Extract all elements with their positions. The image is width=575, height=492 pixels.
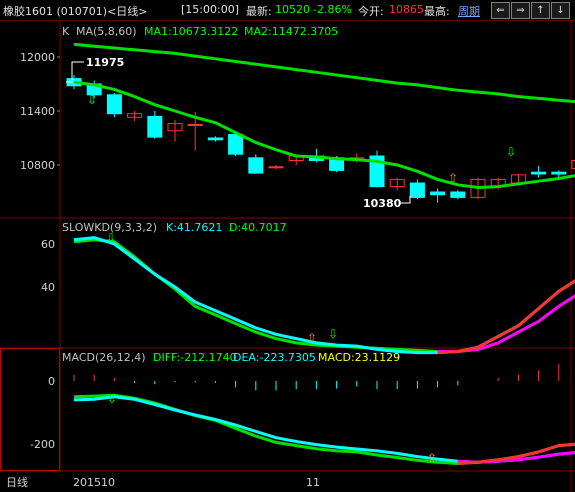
title-bar: 橡胶1601 (010701)<日线> [15:00:00] 最新: 10520…: [0, 0, 575, 21]
low-annotation: 10380: [363, 197, 402, 210]
buy-arrow-icon: ⇧: [448, 171, 458, 185]
sell-arrow-icon-2: ⇩: [506, 145, 516, 159]
macd-tick-1: 0: [48, 375, 55, 388]
macd-hist-value: MACD:23.1129: [318, 351, 400, 364]
candle-body: [531, 171, 547, 175]
candle-body: [450, 191, 466, 198]
kd-tick-1: 60: [41, 238, 55, 251]
macd-buy-arrow-icon: ⇧: [427, 451, 437, 465]
next-icon[interactable]: ⇒: [511, 2, 530, 19]
last-label: 最新:: [246, 5, 272, 18]
ma2-series: [73, 42, 575, 104]
macd-diff-series: [73, 393, 575, 466]
price-tick-1: 12000: [20, 51, 55, 64]
macd-dea-value: DEA:-223.7305: [233, 351, 316, 364]
macd-diff-value: DIFF:-212.1740: [153, 351, 237, 364]
footer-month-mark: 11: [306, 476, 320, 489]
price-tick-3: 10800: [20, 159, 55, 172]
candle-body: [207, 137, 223, 141]
price-tick-2: 11400: [20, 105, 55, 118]
sell-arrow-icon: ⇩: [87, 93, 97, 107]
slowkd-k-value: K:41.7621: [166, 221, 222, 234]
candle-body: [248, 157, 264, 174]
candle-body: [106, 94, 122, 115]
candle-body: [551, 171, 567, 175]
macd-title: MACD(26,12,4): [62, 351, 146, 364]
candle-body: [268, 166, 284, 169]
low-annotation-leader: [400, 196, 411, 204]
kd-sell-arrow-icon-2: ⇩: [328, 327, 338, 341]
open-label: 今开:: [358, 5, 384, 18]
zoom-in-icon[interactable]: ↑: [531, 2, 550, 19]
candle-body: [147, 115, 163, 138]
open-value: 10865: [389, 3, 424, 16]
chart-area[interactable]: K MA(5,8,60) MA1:10673.3122 MA2:11472.37…: [0, 20, 575, 492]
kd-sell-arrow-icon: ⇩: [106, 231, 116, 245]
ma2-line: [73, 42, 575, 104]
high-label: 最高:: [424, 5, 450, 18]
change-percent: -2.86%: [313, 3, 352, 16]
candle-body: [430, 191, 446, 196]
ma-label: MA(5,8,60): [76, 25, 137, 38]
high-annotation: 11975: [86, 56, 124, 69]
candle-body: [409, 182, 425, 198]
footer-date-start: 201510: [73, 476, 115, 489]
candle-body: [187, 124, 203, 126]
footer-period: 日线: [6, 475, 28, 489]
last-value: 10520: [275, 3, 310, 16]
macd-tick-2: -200: [30, 438, 55, 451]
panel-frames: [0, 20, 575, 492]
k-title: K: [62, 25, 70, 38]
prev-icon[interactable]: ⇐: [491, 2, 510, 19]
candle-body: [228, 133, 244, 155]
macd-sell-arrow-icon: ⇩: [107, 392, 117, 406]
ma1-value: MA1:10673.3122: [144, 25, 238, 38]
slowkd-lines: [73, 236, 575, 355]
slowkd-k-tail: [437, 279, 575, 355]
quote-time: [15:00:00]: [181, 3, 239, 16]
slowkd-d-value: D:40.7017: [229, 221, 287, 234]
period-link[interactable]: 周期: [458, 3, 480, 19]
macd-lines: [73, 363, 575, 466]
kd-buy-arrow-icon: ⇧: [307, 331, 317, 345]
kd-tick-2: 40: [41, 281, 55, 294]
ma2-value: MA2:11472.3705: [244, 25, 338, 38]
zoom-out-icon[interactable]: ↓: [551, 2, 570, 19]
macd-dea-series: [73, 395, 575, 464]
instrument-title: 橡胶1601 (010701)<日线>: [3, 5, 148, 18]
